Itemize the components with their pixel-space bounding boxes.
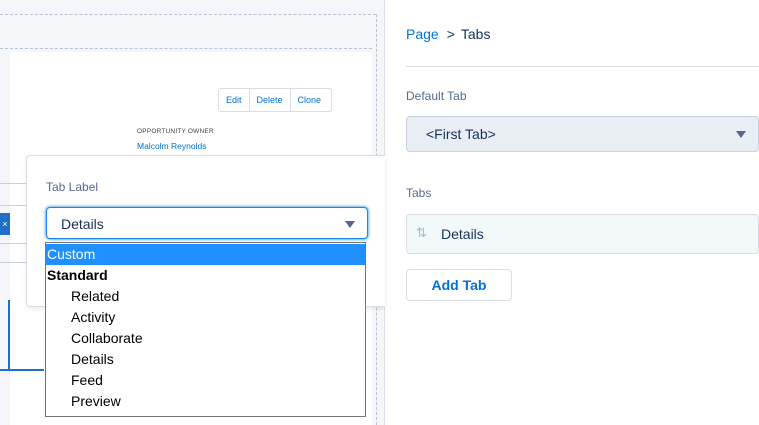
option-feed[interactable]: Feed: [46, 370, 365, 391]
record-actions: Edit Delete Clone: [218, 88, 333, 112]
region-border-mid: [0, 48, 372, 49]
tab-label-options[interactable]: Custom Standard Related Activity Collabo…: [45, 242, 366, 417]
default-tab-select[interactable]: <First Tab>: [406, 116, 759, 152]
add-tab-button[interactable]: Add Tab: [406, 269, 512, 301]
option-related[interactable]: Related: [46, 286, 365, 307]
canvas-row-line: [0, 262, 26, 263]
owner-field-label: OPPORTUNITY OWNER: [137, 128, 214, 135]
option-custom[interactable]: Custom: [46, 244, 365, 265]
breadcrumb-page-link[interactable]: Page: [406, 26, 439, 42]
option-details[interactable]: Details: [46, 349, 365, 370]
selected-component-border: [8, 300, 10, 370]
option-activity[interactable]: Activity: [46, 307, 365, 328]
canvas-row-line: [0, 243, 26, 244]
delete-action[interactable]: Delete: [250, 89, 291, 111]
close-icon[interactable]: ×: [0, 213, 10, 235]
tab-label-select[interactable]: Details: [46, 207, 368, 239]
breadcrumb-current: Tabs: [460, 26, 491, 42]
selected-component-border-bottom: [0, 369, 44, 371]
drag-sort-icon[interactable]: ⇅: [416, 225, 427, 241]
clone-action[interactable]: Clone: [291, 89, 332, 111]
option-collaborate[interactable]: Collaborate: [46, 328, 365, 349]
default-tab-label: Default Tab: [406, 89, 467, 103]
optgroup-standard: Standard: [47, 267, 108, 283]
option-preview[interactable]: Preview: [46, 391, 365, 412]
chevron-down-icon: [345, 221, 355, 228]
tab-item-details[interactable]: ⇅ Details: [406, 214, 759, 254]
chevron-down-icon: [736, 131, 746, 138]
tab-label-field-label: Tab Label: [46, 180, 99, 194]
canvas-row-line: [0, 205, 26, 206]
breadcrumb-separator: >: [446, 26, 455, 42]
owner-field-value[interactable]: Malcolm Reynolds: [137, 141, 206, 151]
tab-item-label: Details: [441, 226, 484, 242]
default-tab-value: <First Tab>: [426, 126, 496, 142]
breadcrumb: Page > Tabs: [406, 26, 490, 42]
region-border-top: [0, 14, 376, 15]
canvas-row-line: [0, 183, 26, 184]
header-divider: [406, 66, 759, 67]
edit-action[interactable]: Edit: [219, 89, 250, 111]
tabs-label: Tabs: [406, 186, 432, 200]
tab-label-select-value: Details: [61, 216, 104, 232]
